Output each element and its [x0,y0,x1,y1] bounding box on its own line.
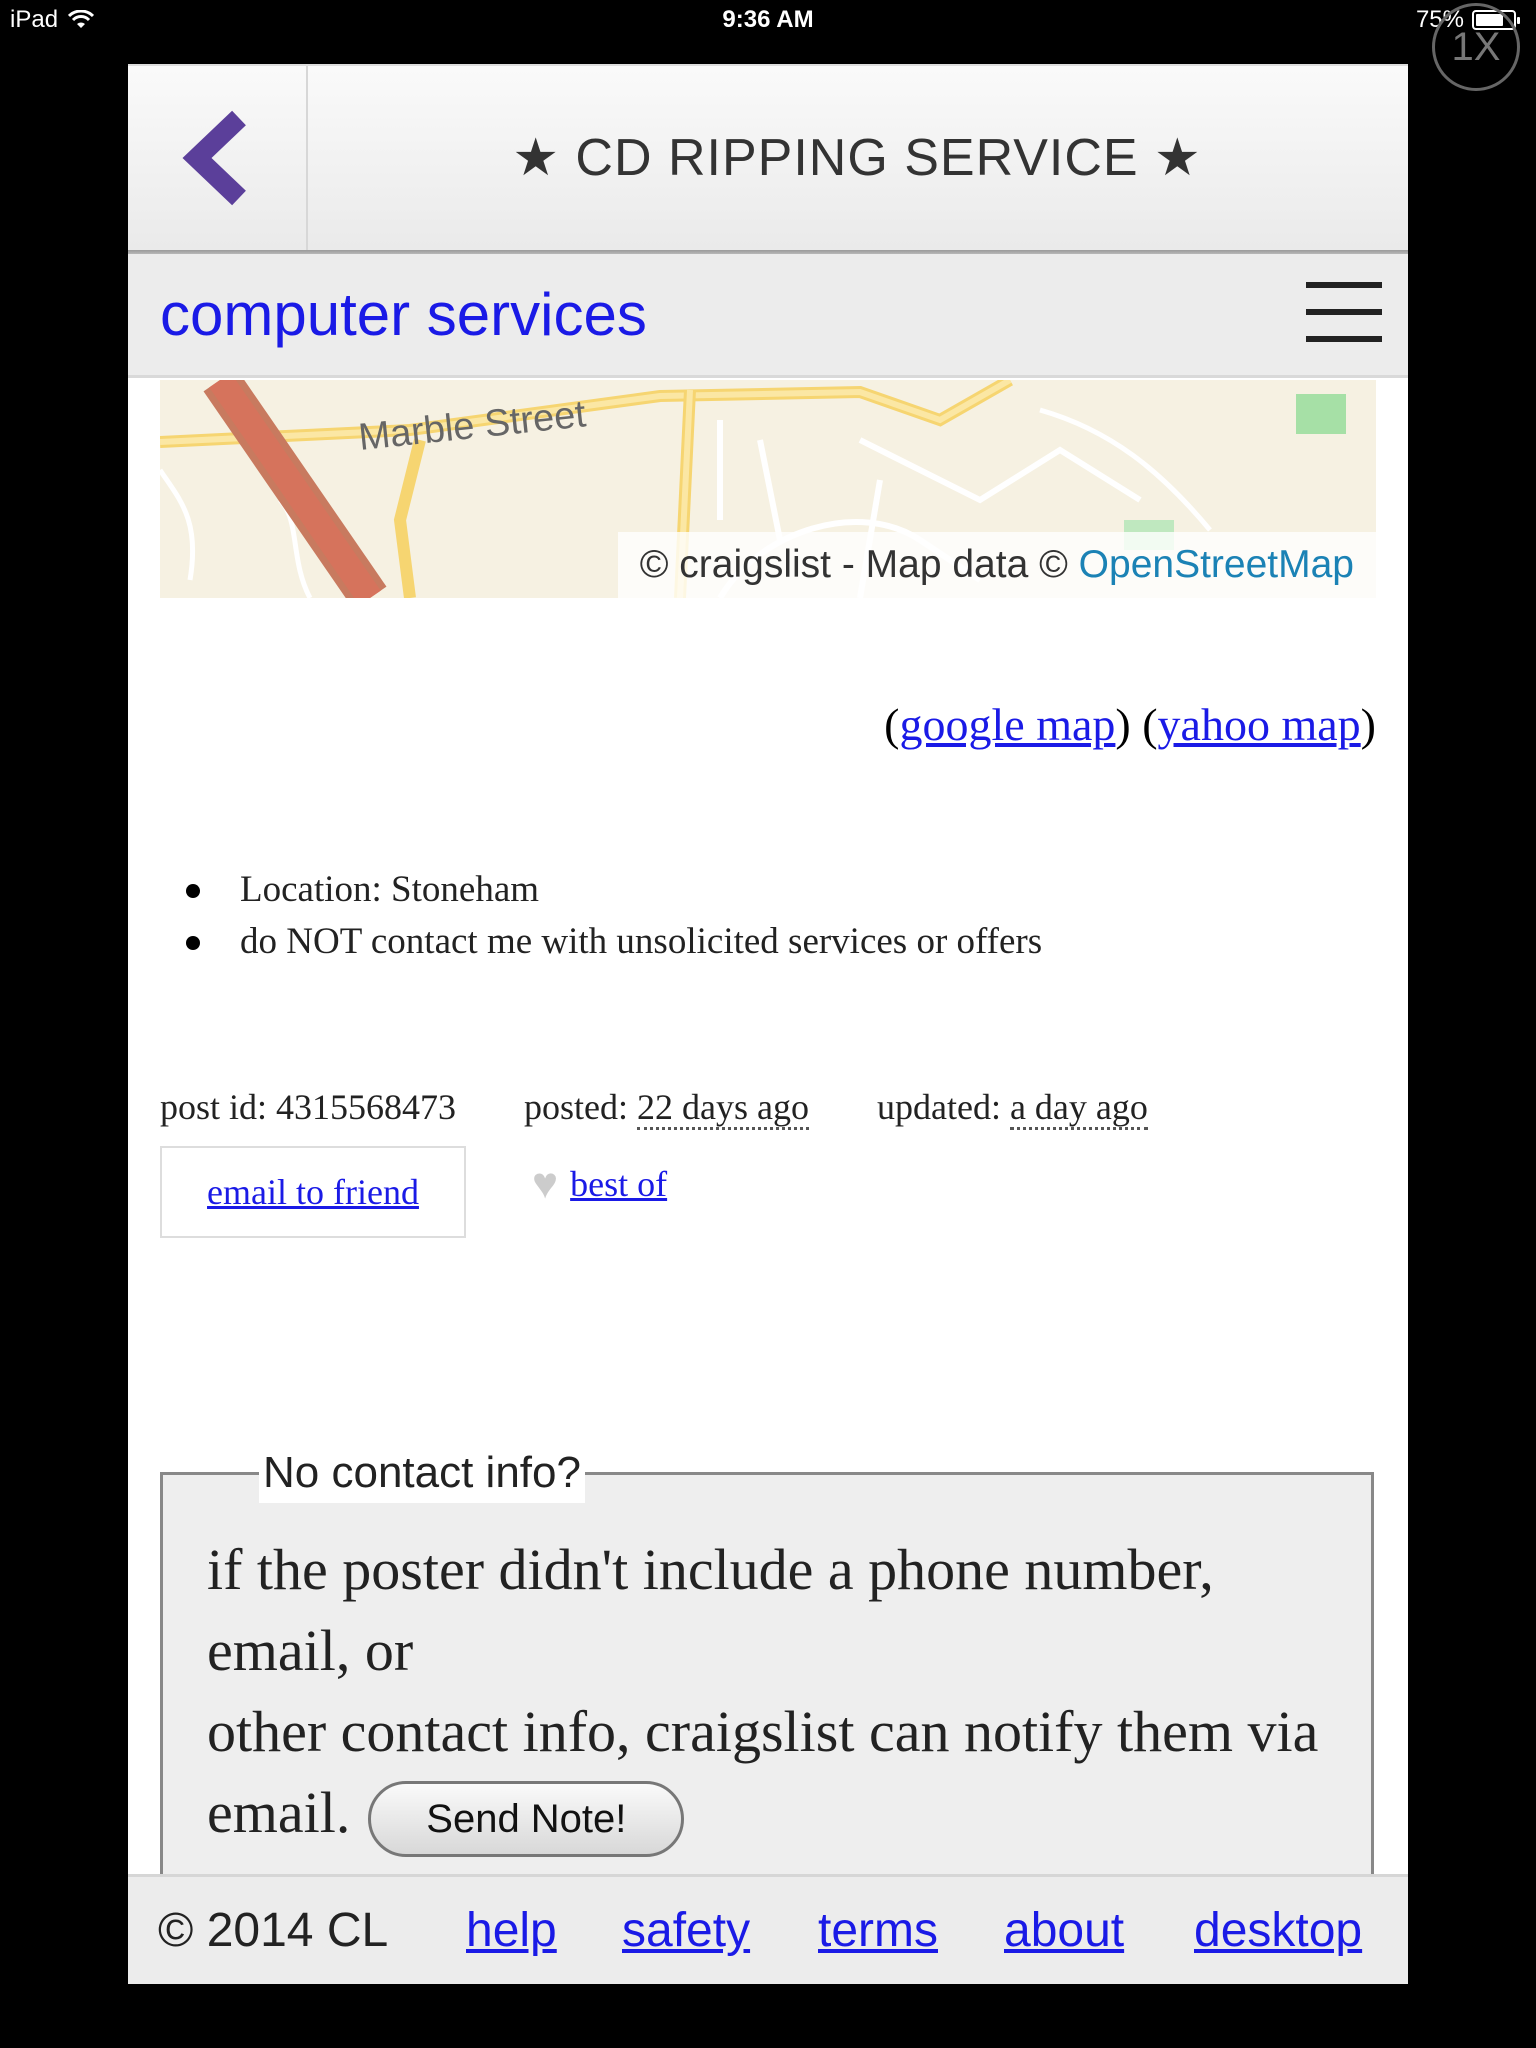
updated-label: updated: [876,1087,1001,1127]
updated-date: a day ago [1009,1087,1148,1130]
footer-link-about[interactable]: about [1004,1903,1124,1958]
posted-date: 22 days ago [637,1087,809,1130]
chevron-left-icon [182,110,246,206]
title-bar: ★ CD RIPPING SERVICE ★ [128,64,1408,250]
page-title: ★ CD RIPPING SERVICE ★ [512,129,1202,187]
posted-label: posted: [524,1087,629,1127]
footer-link-terms[interactable]: terms [818,1903,938,1958]
back-button[interactable] [128,66,308,250]
list-item: do NOT contact me with unsolicited servi… [178,916,1042,968]
google-map-link[interactable]: google map [900,699,1116,750]
footer-link-desktop[interactable]: desktop [1194,1903,1362,1958]
yahoo-map-link[interactable]: yahoo map [1158,699,1361,750]
zoom-indicator[interactable]: 1X [1432,3,1520,91]
posting-attributes: Location: Stoneham do NOT contact me wit… [178,864,1042,968]
location-map[interactable]: Marble Street © craigslist - Map data © … [160,380,1376,598]
posting-page: ★ CD RIPPING SERVICE ★ computer services [128,64,1408,1984]
notice-line-1: if the poster didn't include a phone num… [207,1537,1214,1683]
openstreetmap-link[interactable]: OpenStreetMap [1079,543,1354,587]
hamburger-menu-icon[interactable] [1306,282,1382,342]
category-link[interactable]: computer services [160,280,647,349]
status-bar: iPad 9:36 AM 75% [0,0,1536,40]
no-contact-legend: No contact info? [259,1443,585,1503]
category-bar: computer services [128,254,1408,378]
email-to-friend-box: email to friend [160,1146,466,1238]
map-links: (google map) (yahoo map) [884,699,1376,750]
footer-link-safety[interactable]: safety [622,1903,750,1958]
footer: © 2014 CL help safety terms about deskto… [128,1874,1408,1984]
list-item: Location: Stoneham [178,864,1042,916]
email-to-friend-link[interactable]: email to friend [207,1171,419,1213]
best-of-link[interactable]: best of [570,1163,667,1205]
clock: 9:36 AM [722,6,814,33]
map-attribution: © craigslist - Map data © OpenStreetMap [617,532,1376,598]
send-note-button[interactable]: Send Note! [368,1780,685,1857]
copyright: © 2014 CL [158,1904,389,1957]
post-id: post id: 4315568473 [160,1087,457,1127]
best-of-control: ♥ best of [532,1162,667,1206]
no-contact-notice: if the poster didn't include a phone num… [207,1529,1341,1857]
heart-icon[interactable]: ♥ [532,1162,558,1206]
map-attribution-text: © craigslist - Map data © [639,543,1079,586]
post-info: post id: 4315568473 posted: 22 days ago … [160,1086,1148,1130]
footer-link-help[interactable]: help [466,1903,557,1958]
no-contact-info-box: No contact info? if the poster didn't in… [160,1443,1374,1916]
